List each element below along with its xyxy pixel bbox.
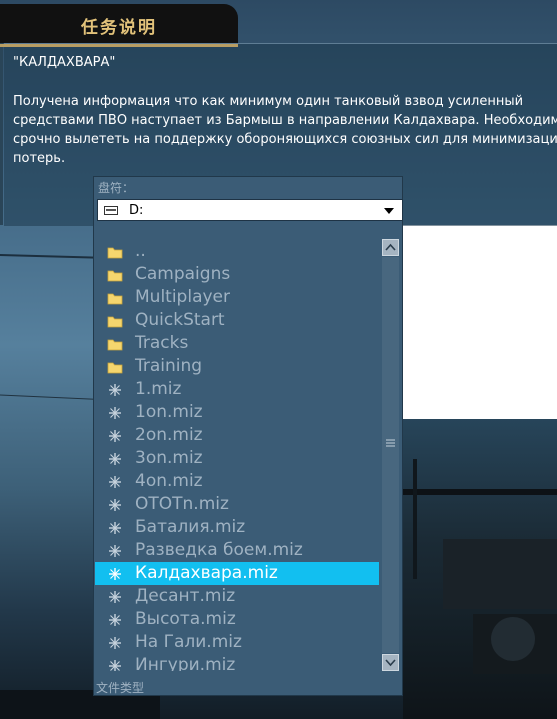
mission-file-icon [107, 589, 123, 603]
file-list-item[interactable]: 1on.miz [95, 401, 379, 424]
mission-file-icon [107, 428, 123, 442]
file-list-item[interactable]: Campaigns [95, 263, 379, 286]
briefing-tab[interactable]: 任务说明 [0, 4, 238, 47]
file-name: На Гали.miz [135, 632, 242, 652]
description-line: Получена информация что как минимум один… [13, 94, 524, 109]
tab-underline [0, 44, 238, 47]
folder-icon [107, 359, 123, 374]
folder-icon [107, 244, 123, 259]
file-name: 2on.miz [135, 425, 203, 445]
mission-file-icon [107, 382, 123, 396]
drive-select[interactable]: D: [97, 199, 403, 221]
mission-file-icon [107, 566, 123, 580]
file-name: 3on.miz [135, 448, 203, 468]
chevron-down-icon [385, 659, 396, 667]
drive-value: D: [129, 203, 144, 218]
mission-file-icon [107, 451, 123, 465]
mission-file-icon [107, 497, 123, 511]
folder-icon [107, 313, 123, 328]
file-name: 1.miz [135, 379, 182, 399]
file-type-label: 文件类型 [96, 681, 145, 695]
file-list-item-selected[interactable]: Калдахвара.miz [95, 562, 379, 585]
folder-icon [107, 336, 123, 351]
mission-file-icon [107, 612, 123, 626]
file-name: Баталия.miz [135, 517, 246, 537]
file-list-item[interactable]: На Гали.miz [95, 631, 379, 654]
drive-label: 盘符： [98, 181, 135, 195]
scroll-track[interactable] [382, 257, 399, 653]
file-name: Tracks [135, 333, 189, 353]
file-name: Ингури.miz [135, 655, 236, 671]
file-list-item[interactable]: .. [95, 240, 379, 263]
helicopter-image [403, 419, 557, 719]
folder-icon [107, 267, 123, 282]
file-name: .. [135, 241, 146, 261]
tab-title: 任务说明 [81, 18, 157, 38]
file-name: Multiplayer [135, 287, 230, 307]
file-list-item[interactable]: 3on.miz [95, 447, 379, 470]
scroll-down-button[interactable] [382, 654, 399, 671]
mission-title: "КАЛДАХВАРА" [13, 55, 116, 70]
chevron-up-icon [385, 243, 396, 251]
blank-preview-panel [403, 225, 557, 419]
file-list-item[interactable]: Высота.miz [95, 608, 379, 631]
file-list-item[interactable]: Баталия.miz [95, 516, 379, 539]
file-list-item[interactable]: 1.miz [95, 378, 379, 401]
description-line: потерь. [13, 151, 66, 166]
file-name: Training [135, 356, 203, 376]
file-list-item[interactable]: 4on.miz [95, 470, 379, 493]
file-name: OTOTn.miz [135, 494, 229, 514]
file-list-item[interactable]: Multiplayer [95, 286, 379, 309]
file-name: Высота.miz [135, 609, 236, 629]
vertical-scrollbar[interactable] [382, 239, 400, 672]
mission-file-icon [107, 405, 123, 419]
description-line: средствами ПВО наступает из Бармыш в нап… [13, 113, 557, 128]
mission-file-icon [107, 658, 123, 671]
file-list-item[interactable]: OTOTn.miz [95, 493, 379, 516]
file-list-item[interactable]: QuickStart [95, 309, 379, 332]
mission-file-icon [107, 474, 123, 488]
file-list-item[interactable]: Десант.miz [95, 585, 379, 608]
mission-file-icon [107, 635, 123, 649]
mission-file-icon [107, 543, 123, 557]
file-name: 1on.miz [135, 402, 203, 422]
file-list-item[interactable]: Tracks [95, 332, 379, 355]
folder-icon [107, 290, 123, 305]
description-line: срочно вылететь на поддержку обороняющих… [13, 132, 557, 147]
file-name: Campaigns [135, 264, 231, 284]
chevron-down-icon[interactable] [384, 208, 394, 214]
file-list-item[interactable]: Training [95, 355, 379, 378]
file-list-item[interactable]: 2on.miz [95, 424, 379, 447]
mission-description: Получена информация что как минимум один… [13, 92, 557, 168]
file-list[interactable]: .. Campaigns Multiplayer QuickStart Tracks Tr… [95, 238, 379, 671]
scroll-up-button[interactable] [382, 239, 399, 256]
file-name: Десант.miz [135, 586, 236, 606]
scroll-grip-icon[interactable] [382, 434, 399, 447]
briefing-left-border [0, 43, 3, 225]
file-open-dialog: 盘符： D: .. Campaigns Multiplayer QuickStart T… [93, 176, 403, 696]
file-name: QuickStart [135, 310, 225, 330]
drive-icon [104, 206, 118, 215]
file-list-item[interactable]: Ингури.miz [95, 654, 379, 671]
file-list-item[interactable]: Разведка боем.miz [95, 539, 379, 562]
mission-file-icon [107, 520, 123, 534]
file-name: Калдахвара.miz [135, 563, 278, 583]
file-name: 4on.miz [135, 471, 203, 491]
file-name: Разведка боем.miz [135, 540, 303, 560]
